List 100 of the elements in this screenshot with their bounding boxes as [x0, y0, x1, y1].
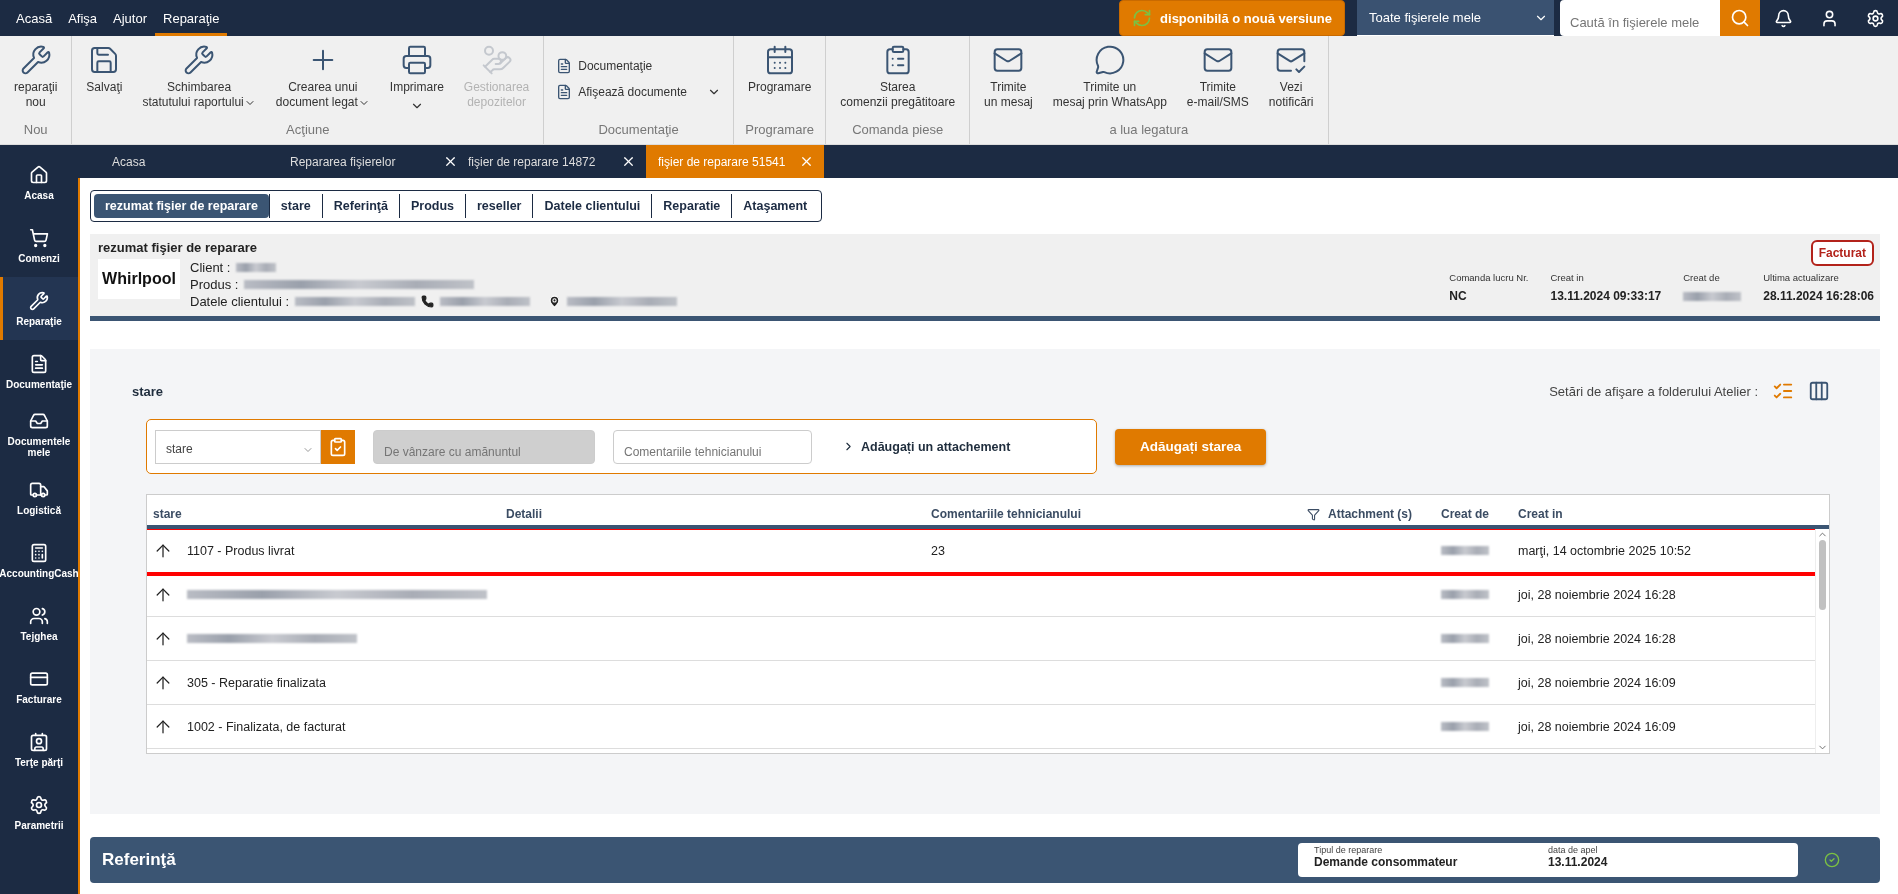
section-tab[interactable]: stare — [268, 194, 322, 218]
table-row[interactable]: joi, 28 noiembrie 2024 16:28 — [147, 617, 1815, 661]
ribbon-group-label: a lua legatura — [1108, 122, 1190, 139]
table-cell: joi, 28 noiembrie 2024 16:09 — [1518, 719, 1676, 734]
document-icon — [556, 58, 573, 74]
section-tab[interactable]: Reparatie — [651, 194, 732, 218]
blurred-value — [1441, 590, 1489, 599]
contact-card-icon — [29, 731, 49, 752]
search-icon — [1730, 8, 1750, 28]
document-tab[interactable]: Acasa — [112, 145, 290, 178]
ribbon-button[interactable]: Imprimare — [381, 44, 452, 113]
blurred-value — [1441, 546, 1489, 555]
table-cell: joi, 28 noiembrie 2024 16:28 — [1518, 587, 1676, 602]
document-tab[interactable]: fişier de reparare 14872 — [468, 145, 646, 178]
status-list-icon[interactable] — [321, 429, 355, 464]
sidebar-item[interactable]: Documentaţie — [0, 340, 78, 403]
ribbon-button[interactable]: Starea comenzii pregătitoare — [832, 44, 964, 110]
menu-item[interactable]: Acasă — [8, 0, 61, 36]
sidebar-item[interactable]: Documentele mele — [0, 403, 78, 466]
section-tab[interactable]: Produs — [398, 194, 465, 218]
table-cell: joi, 28 noiembrie 2024 16:09 — [1518, 675, 1676, 690]
refresh-icon — [1132, 8, 1153, 28]
meta-label: Comanda lucru Nr. — [1449, 272, 1529, 283]
table-row[interactable]: 1107 - Produs livrat 23 marţi, 14 octombrie 2025 10:52 — [147, 529, 1815, 573]
check-circle-icon — [1824, 852, 1840, 868]
wrench-icon — [29, 290, 49, 311]
sidebar-item[interactable]: Acasa — [0, 151, 78, 214]
ribbon-button[interactable]: Vezi notificări — [1260, 44, 1322, 110]
ribbon-group-label: Acţiune — [285, 122, 331, 139]
column-header: stare — [153, 507, 182, 521]
ribbon-button[interactable]: Documentaţie — [556, 55, 721, 77]
blurred-value — [1683, 291, 1742, 301]
table-row[interactable]: 1002 - Finalizata, de facturat joi, 28 noiembrie 2024 16:09 — [147, 705, 1815, 749]
section-title: Referinţă — [102, 850, 176, 870]
table-cell: 305 - Reparatie finalizata — [187, 675, 326, 690]
meta-value: 28.11.2024 16:28:06 — [1763, 289, 1874, 303]
ribbon-button[interactable]: Programare — [739, 44, 820, 95]
menu-item[interactable]: Afişa — [60, 0, 106, 36]
field-label: Produs : — [190, 276, 239, 293]
column-header: Creat de — [1441, 507, 1490, 521]
section-tab[interactable]: Ataşament — [731, 194, 819, 218]
columns-view-icon[interactable] — [1808, 380, 1830, 402]
ribbon-group-label: Nou — [22, 122, 49, 139]
field-label: data de apel — [1548, 845, 1599, 855]
table-cell: marţi, 14 octombrie 2025 10:52 — [1518, 543, 1692, 558]
scrollbar[interactable] — [1815, 529, 1829, 753]
ribbon-button[interactable]: Crearea unui document legat — [267, 44, 378, 110]
table-row[interactable]: joi, 28 noiembrie 2024 16:28 — [147, 573, 1815, 617]
brand-logo: Whirlpool — [98, 259, 180, 299]
home-icon — [29, 164, 49, 185]
meta-value: 13.11.2024 09:33:17 — [1550, 289, 1662, 303]
sidebar-item[interactable]: AccountingCash — [0, 529, 78, 592]
column-header: Detalii — [506, 507, 542, 521]
ribbon-button[interactable]: Trimite e-mail/SMS — [1178, 44, 1257, 110]
scope-select[interactable]: Toate fişierele mele — [1357, 0, 1554, 36]
close-icon[interactable] — [621, 154, 636, 169]
document-icon — [29, 353, 49, 374]
map-pin-icon — [548, 295, 561, 308]
table-row[interactable]: 305 - Reparatie finalizata joi, 28 noiembrie 2024 16:09 — [147, 661, 1815, 705]
comment-field[interactable]: Comentariile tehnicianului — [613, 429, 812, 464]
ribbon-button[interactable]: Schimbarea statutului raportului — [134, 44, 264, 110]
sidebar-item[interactable]: Reparaţie — [0, 277, 78, 340]
blurred-value — [1441, 722, 1489, 731]
summary-title: rezumat fişier de reparare — [98, 240, 258, 255]
ribbon-button[interactable]: Trimite un mesaj — [976, 44, 1041, 110]
field-value: 13.11.2024 — [1548, 855, 1609, 869]
table-cell: 1107 - Produs livrat — [187, 543, 295, 558]
section-tab[interactable]: reseller — [465, 194, 533, 218]
sidebar-item[interactable]: Comenzi — [0, 214, 78, 277]
wrench-icon — [183, 44, 216, 76]
blurred-value — [1441, 634, 1489, 643]
sidebar-item[interactable]: Facturare — [0, 655, 78, 718]
display-settings-label: Setări de afişare a folderului Atelier : — [1549, 383, 1758, 399]
cash-register-icon — [29, 542, 49, 563]
menu-item[interactable]: Ajutor — [105, 0, 155, 36]
ribbon-button[interactable]: Trimite un mesaj prin WhatsApp — [1044, 44, 1175, 110]
status-badge: Facturat — [1810, 240, 1874, 266]
search-field[interactable]: Caută în fişierele mele — [1560, 0, 1720, 36]
sidebar-item[interactable]: Logistică — [0, 466, 78, 529]
table-cell: 23 — [931, 543, 945, 558]
ribbon-button[interactable]: Afişează documente — [556, 81, 721, 103]
printer-icon — [400, 44, 433, 76]
sidebar-item[interactable]: Terţe părţi — [0, 718, 78, 781]
ribbon-button[interactable]: Salvaţi — [78, 44, 131, 95]
table-cell: 1002 - Finalizata, de facturat — [187, 719, 346, 734]
blurred-value — [236, 263, 277, 272]
section-tab[interactable]: Datele clientului — [532, 194, 652, 218]
meta-label: Creat in — [1550, 272, 1585, 283]
scrollbar-thumb[interactable] — [1819, 540, 1826, 610]
sidebar-item[interactable]: Tejghea — [0, 592, 78, 655]
add-attachment-link[interactable]: Adăugați un attachement — [842, 439, 1011, 454]
status-select[interactable]: stare — [155, 429, 321, 464]
field-label: Datele clientului : — [190, 293, 289, 310]
document-tab[interactable]: Repararea fişierelor — [290, 145, 468, 178]
sidebar-item[interactable]: Parametrii — [0, 781, 78, 844]
close-icon[interactable] — [443, 154, 458, 169]
ribbon-button[interactable]: reparaţii nou — [6, 44, 66, 110]
filter-icon[interactable] — [1307, 507, 1320, 521]
section-tab[interactable]: rezumat fişier de reparare — [94, 194, 269, 218]
section-tab[interactable]: Referinţă — [321, 194, 399, 218]
